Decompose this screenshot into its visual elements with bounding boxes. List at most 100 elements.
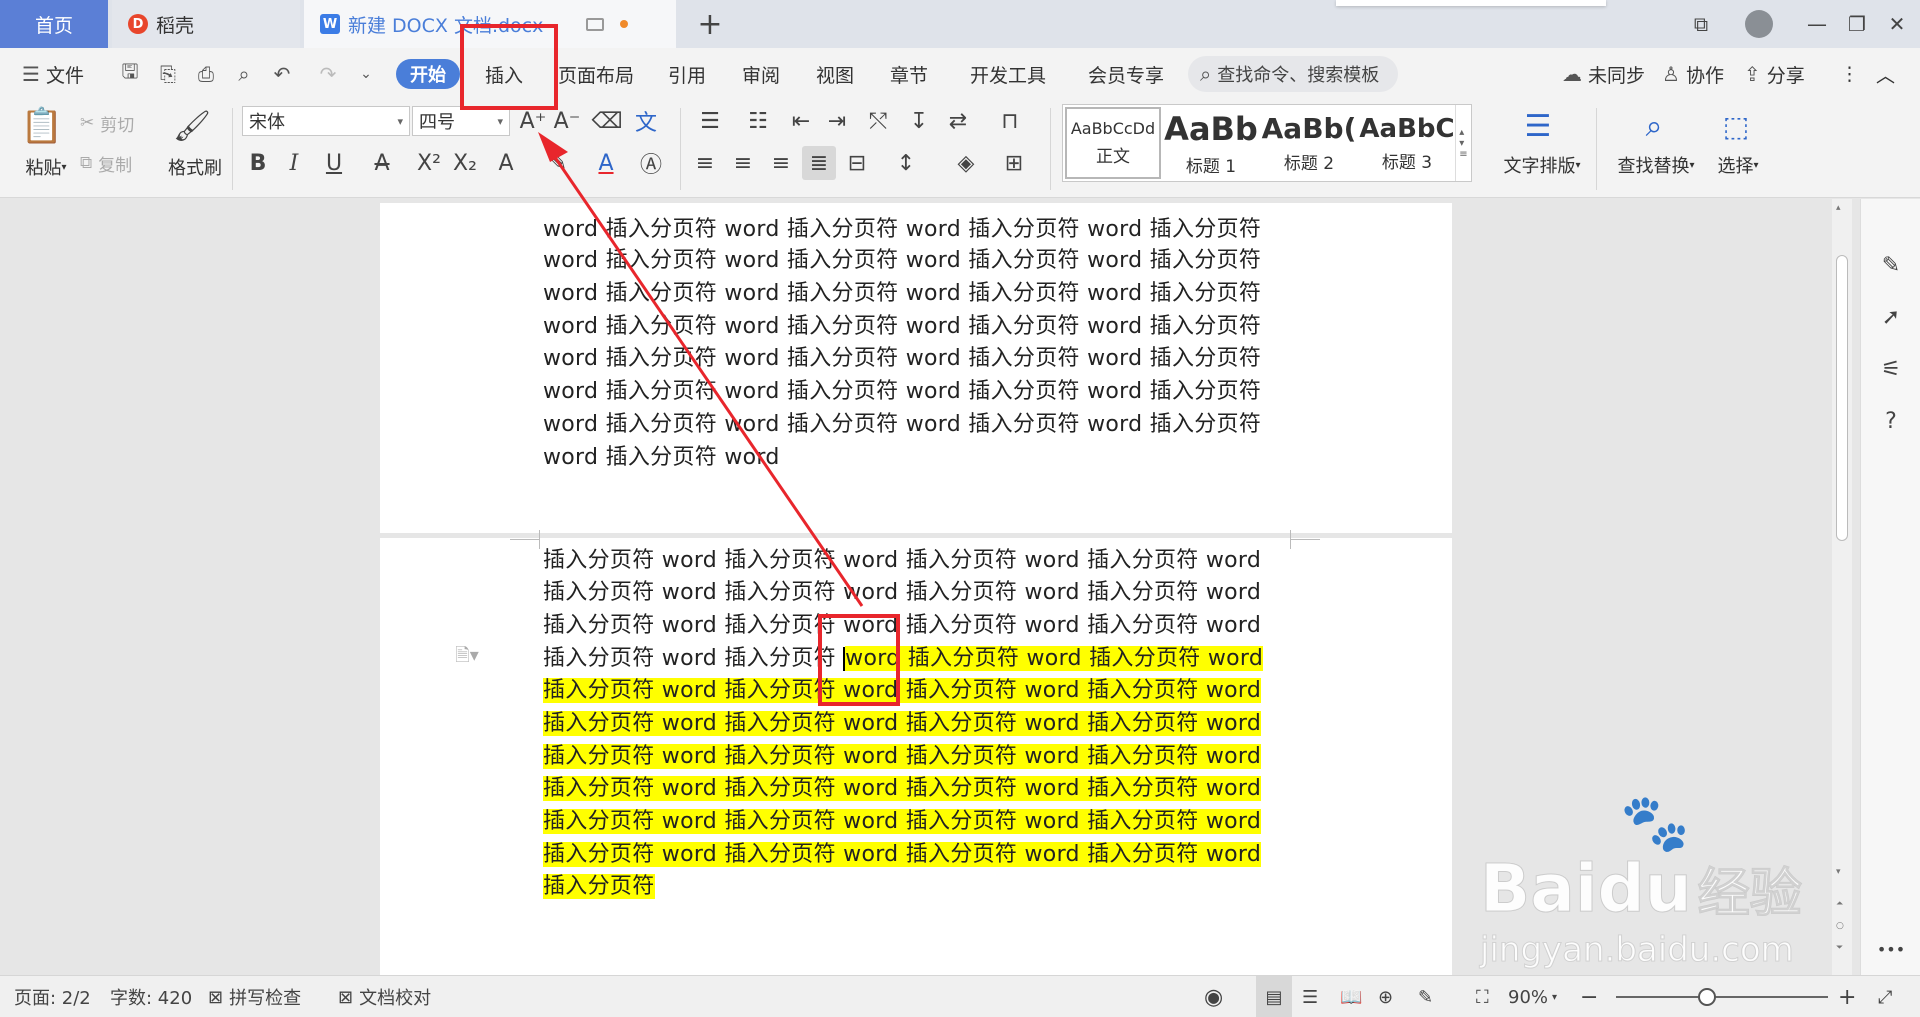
scroll-down-icon[interactable]: ▾ bbox=[1836, 867, 1841, 877]
distribute-icon[interactable]: ⊟ bbox=[842, 148, 872, 178]
text-line[interactable]: word 插入分页符 word 插入分页符 word 插入分页符 word 插入… bbox=[543, 312, 1261, 342]
close-icon[interactable]: ✕ bbox=[1880, 10, 1914, 38]
tab-start[interactable]: 开始 bbox=[396, 59, 460, 89]
format-painter-icon[interactable]: 🖌 bbox=[172, 104, 212, 148]
fit-page-icon[interactable]: ⛶ bbox=[1476, 976, 1489, 1017]
line-spacing-icon[interactable]: ↕ bbox=[888, 148, 924, 178]
avatar[interactable] bbox=[1742, 10, 1776, 38]
copy-button[interactable]: ⧉ 复制 bbox=[80, 150, 132, 176]
page-view-icon[interactable]: ▤ bbox=[1256, 976, 1292, 1017]
zoom-level[interactable]: 90% ▾ bbox=[1508, 976, 1557, 1017]
write-view-icon[interactable]: ✎ bbox=[1418, 976, 1433, 1017]
text-line[interactable]: word 插入分页符 word 插入分页符 word 插入分页符 word 插入… bbox=[543, 410, 1261, 440]
page-indicator[interactable]: 页面: 2/2 bbox=[14, 976, 91, 1017]
style-heading-3[interactable]: AaBbC 标题 3 bbox=[1359, 107, 1455, 179]
print-icon[interactable]: ⎙ bbox=[194, 62, 218, 86]
font-color-icon[interactable]: A bbox=[588, 148, 624, 178]
monitor-icon[interactable] bbox=[586, 17, 604, 31]
new-tab-button[interactable]: + bbox=[690, 6, 730, 42]
outline-view-icon[interactable]: ☰ bbox=[1302, 976, 1318, 1017]
web-view-icon[interactable]: ⊕ bbox=[1378, 976, 1393, 1017]
superscript-icon[interactable]: X² bbox=[414, 148, 444, 178]
tab-developer[interactable]: 开发工具 bbox=[970, 48, 1046, 100]
tab-home[interactable]: 首页 bbox=[0, 0, 108, 48]
decrease-indent-icon[interactable]: ⇤ bbox=[786, 106, 816, 136]
next-page-icon[interactable]: ⏷ bbox=[1836, 943, 1843, 953]
bullet-list-icon[interactable]: ☰ bbox=[690, 106, 730, 136]
text-line[interactable]: word 插入分页符 word 插入分页符 word 插入分页符 word 插入… bbox=[543, 246, 1261, 276]
highlighted-text-line[interactable]: 插入分页符 word 插入分页符 word 插入分页符 word 插入分页符 w… bbox=[543, 809, 1262, 834]
file-menu[interactable]: ☰ 文件 bbox=[22, 48, 84, 100]
highlighted-text-line[interactable]: 插入分页符 word 插入分页符 word 插入分页符 word 插入分页符 w… bbox=[543, 744, 1262, 769]
shading-icon[interactable]: ◈ bbox=[948, 148, 984, 178]
italic-icon[interactable]: I bbox=[280, 148, 308, 178]
shrink-font-icon[interactable]: A⁻ bbox=[552, 106, 582, 136]
tab-daoke[interactable]: D 稻壳 bbox=[112, 0, 300, 48]
highlight-icon[interactable]: ✎ bbox=[540, 148, 576, 178]
zoom-slider-handle[interactable] bbox=[1698, 988, 1716, 1006]
format-painter-button[interactable]: 格式刷 bbox=[160, 152, 230, 182]
numbered-list-icon[interactable]: ☷ bbox=[738, 106, 778, 136]
collapse-ribbon-icon[interactable]: ︿ bbox=[1876, 48, 1895, 100]
select-button[interactable]: 选择 ▾ bbox=[1710, 150, 1766, 180]
sort-icon[interactable]: ↧ bbox=[904, 106, 934, 136]
paragraph-handle-icon[interactable]: 🗎▾ bbox=[450, 645, 484, 671]
browse-object-icon[interactable]: ○ bbox=[1836, 921, 1844, 931]
word-count[interactable]: 字数: 420 bbox=[110, 976, 192, 1017]
text-line[interactable]: word 插入分页符 word 插入分页符 word 插入分页符 word 插入… bbox=[543, 279, 1261, 309]
strikethrough-icon[interactable]: A bbox=[364, 148, 400, 178]
paste-button[interactable]: 粘贴 ▾ bbox=[16, 152, 76, 182]
pen-icon[interactable]: ✎ bbox=[1877, 251, 1905, 279]
minimize-icon[interactable]: — bbox=[1800, 10, 1834, 38]
restore-icon[interactable]: ❐ bbox=[1840, 10, 1874, 38]
scroll-up-icon[interactable]: ▴ bbox=[1836, 203, 1841, 213]
text-line[interactable]: word 插入分页符 word 插入分页符 word 插入分页符 word 插入… bbox=[543, 215, 1261, 245]
text-line[interactable]: word 插入分页符 word bbox=[543, 443, 780, 473]
more-quick-chevron-icon[interactable]: ⌄ bbox=[354, 62, 378, 86]
more-icon[interactable]: ⋮ bbox=[1840, 48, 1859, 100]
phonetic-icon[interactable]: 文 bbox=[628, 106, 664, 136]
chinese-layout-icon[interactable]: ⤲ bbox=[858, 106, 898, 136]
prev-page-icon[interactable]: ⏶ bbox=[1836, 899, 1843, 909]
select-icon[interactable]: ⬚ bbox=[1716, 106, 1756, 146]
style-normal[interactable]: AaBbCcDd 正文 bbox=[1065, 107, 1161, 179]
show-marks-icon[interactable]: ⇄ bbox=[940, 106, 976, 136]
zoom-slider[interactable] bbox=[1616, 996, 1828, 998]
subscript-icon[interactable]: X₂ bbox=[450, 148, 480, 178]
find-replace-button[interactable]: 查找替换 ▾ bbox=[1610, 150, 1702, 180]
align-center-icon[interactable]: ≡ bbox=[728, 148, 758, 178]
font-size-select[interactable]: 四号 ▾ bbox=[412, 106, 510, 136]
highlighted-text-line[interactable]: 插入分页符 word 插入分页符 word 插入分页符 word 插入分页符 w… bbox=[543, 678, 1262, 703]
underline-icon[interactable]: U bbox=[316, 148, 352, 178]
char-border-icon[interactable]: Ⓐ bbox=[636, 148, 666, 178]
sync-status[interactable]: ☁ 未同步 bbox=[1562, 48, 1645, 100]
text-line[interactable]: 插入分页符 word 插入分页符 word 插入分页符 word 插入分页符 w… bbox=[543, 611, 1261, 641]
settings-sliders-icon[interactable]: ⚟ bbox=[1877, 355, 1905, 383]
align-right-icon[interactable]: ≡ bbox=[766, 148, 796, 178]
more-dots-icon[interactable]: ••• bbox=[1877, 939, 1905, 959]
undo-icon[interactable]: ↶ bbox=[270, 62, 294, 86]
font-name-select[interactable]: 宋体 ▾ bbox=[242, 106, 410, 136]
text-line[interactable]: word 插入分页符 word 插入分页符 word 插入分页符 word 插入… bbox=[543, 344, 1261, 374]
cursor-icon[interactable]: ➚ bbox=[1877, 303, 1905, 331]
vertical-scrollbar[interactable]: ▴ ▾ ⏶ ○ ⏷ bbox=[1832, 199, 1852, 975]
fullscreen-icon[interactable]: ⤢ bbox=[1878, 976, 1892, 1017]
zoom-in-icon[interactable]: + bbox=[1838, 976, 1856, 1017]
text-effect-icon[interactable]: A bbox=[488, 148, 524, 178]
tab-review[interactable]: 审阅 bbox=[742, 48, 780, 100]
redo-icon[interactable]: ↷ bbox=[316, 62, 340, 86]
text-line[interactable]: word 插入分页符 word 插入分页符 word 插入分页符 word 插入… bbox=[543, 377, 1261, 407]
text-line-with-cursor[interactable]: 插入分页符 word 插入分页符 word 插入分页符 word 插入分页符 w… bbox=[543, 644, 1264, 674]
tab-view[interactable]: 视图 bbox=[816, 48, 854, 100]
tab-chapter[interactable]: 章节 bbox=[890, 48, 928, 100]
text-layout-button[interactable]: 文字排版 ▾ bbox=[1496, 150, 1588, 180]
eye-protection-icon[interactable]: ◉ bbox=[1204, 976, 1223, 1017]
zoom-out-icon[interactable]: − bbox=[1580, 976, 1598, 1017]
save-icon[interactable]: 🖫 bbox=[118, 59, 142, 86]
spellcheck-button[interactable]: ⊠ 拼写检查 bbox=[208, 976, 301, 1017]
text-line[interactable]: 插入分页符 word 插入分页符 word 插入分页符 word 插入分页符 w… bbox=[543, 578, 1261, 608]
border-icon[interactable]: ⊞ bbox=[996, 148, 1032, 178]
find-replace-icon[interactable]: ⌕ bbox=[1634, 106, 1674, 146]
reading-view-icon[interactable]: 📖 bbox=[1340, 976, 1362, 1017]
paste-icon[interactable]: 📋 bbox=[20, 104, 64, 148]
